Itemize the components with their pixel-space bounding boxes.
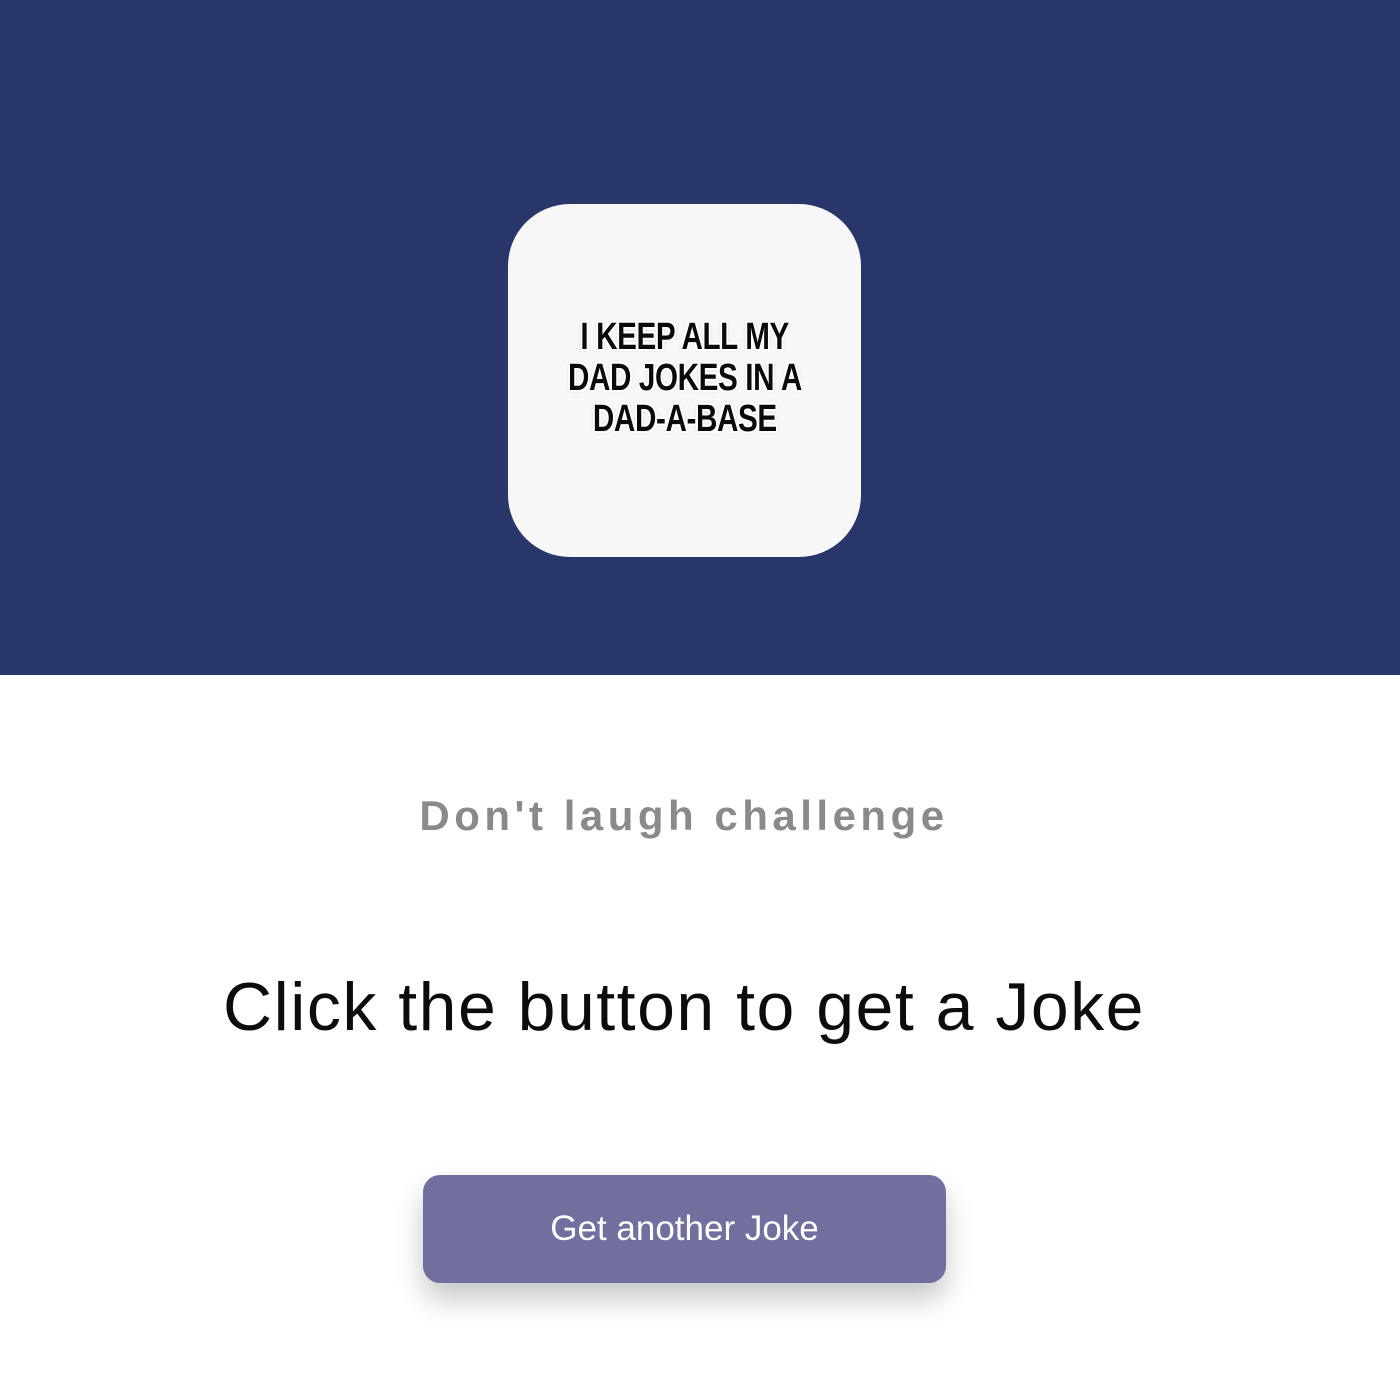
get-another-joke-button[interactable]: Get another Joke [423,1175,946,1283]
hero-banner: I KEEP ALL MY DAD JOKES IN A DAD-A-BASE [0,0,1400,675]
joke-text: Click the button to get a Joke [223,969,1145,1045]
logo-line-2: DAD JOKES IN A [567,357,802,399]
logo-line-3: DAD-A-BASE [592,398,777,440]
dad-a-base-logo: I KEEP ALL MY DAD JOKES IN A DAD-A-BASE [508,204,861,557]
logo-line-1: I KEEP ALL MY [580,316,789,358]
logo-text: I KEEP ALL MY DAD JOKES IN A DAD-A-BASE [535,317,835,440]
page-subtitle: Don't laugh challenge [419,792,949,839]
